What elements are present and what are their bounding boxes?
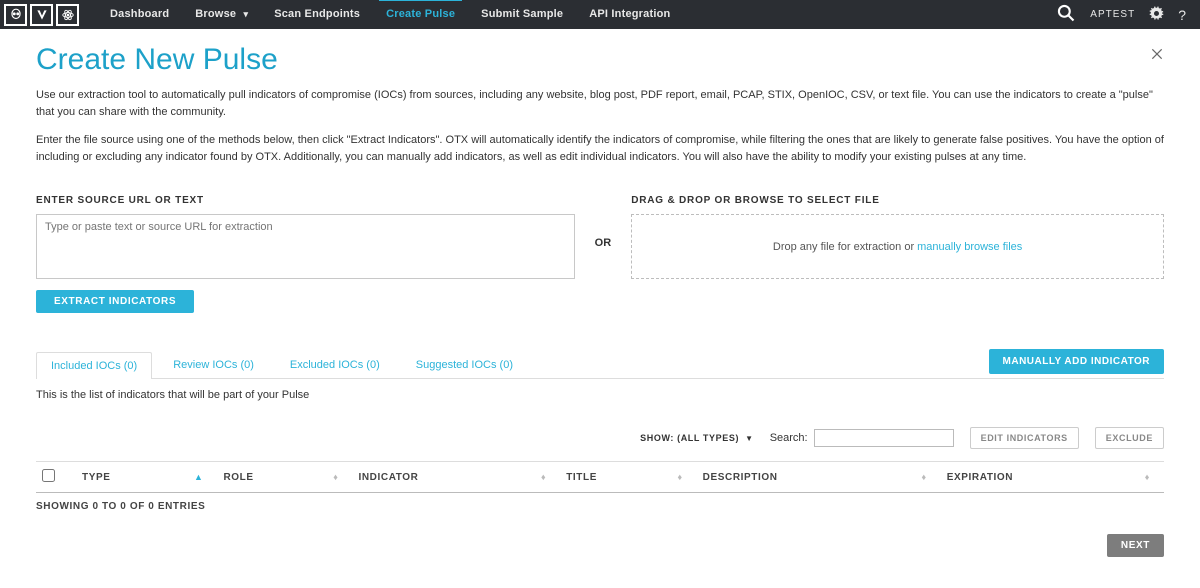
show-types-label: SHOW: (ALL TYPES) (640, 433, 739, 443)
source-label: ENTER SOURCE URL OR TEXT (36, 195, 575, 206)
col-indicator[interactable]: INDICATOR♦ (352, 462, 560, 493)
tab-suggested-iocs[interactable]: Suggested IOCs (0) (401, 351, 528, 378)
or-divider: OR (575, 195, 632, 249)
nav-browse-label: Browse (195, 8, 236, 20)
browse-files-link[interactable]: manually browse files (917, 241, 1022, 253)
col-description[interactable]: DESCRIPTION♦ (697, 462, 941, 493)
help-icon[interactable]: ? (1178, 7, 1186, 23)
ioc-tab-row: Included IOCs (0) Review IOCs (0) Exclud… (36, 349, 1164, 379)
tab-excluded-iocs[interactable]: Excluded IOCs (0) (275, 351, 395, 378)
user-menu[interactable]: APTEST (1090, 9, 1135, 20)
nav-items: Dashboard Browse ▾ Scan Endpoints Create… (97, 0, 683, 29)
drop-zone[interactable]: Drop any file for extraction or manually… (631, 214, 1164, 279)
exclude-button[interactable]: EXCLUDE (1095, 427, 1164, 449)
manually-add-indicator-button[interactable]: MANUALLY ADD INDICATOR (989, 349, 1164, 374)
showing-entries: SHOWING 0 TO 0 OF 0 ENTRIES (36, 501, 1164, 512)
logo[interactable] (4, 4, 79, 26)
sort-icon: ♦ (333, 472, 338, 482)
source-textarea[interactable] (36, 214, 575, 279)
logo-alien-icon (4, 4, 27, 26)
list-description: This is the list of indicators that will… (36, 389, 1164, 401)
tab-review-iocs[interactable]: Review IOCs (0) (158, 351, 269, 378)
intro-paragraph-1: Use our extraction tool to automatically… (36, 87, 1164, 120)
search-input[interactable] (814, 429, 954, 447)
nav-api-integration[interactable]: API Integration (576, 0, 683, 29)
source-column: ENTER SOURCE URL OR TEXT EXTRACT INDICAT… (36, 195, 575, 313)
next-button[interactable]: NEXT (1107, 534, 1164, 557)
tab-included-iocs[interactable]: Included IOCs (0) (36, 352, 152, 379)
sort-icon: ▲ (194, 472, 204, 482)
edit-indicators-button[interactable]: EDIT INDICATORS (970, 427, 1079, 449)
nav-scan-endpoints[interactable]: Scan Endpoints (261, 0, 373, 29)
nav-right: APTEST ? (1056, 3, 1200, 26)
chevron-down-icon: ▾ (243, 0, 248, 29)
extract-indicators-button[interactable]: EXTRACT INDICATORS (36, 290, 194, 313)
search-icon[interactable] (1056, 3, 1076, 26)
col-type[interactable]: TYPE▲ (76, 462, 217, 493)
table-controls: SHOW: (ALL TYPES) ▼ Search: EDIT INDICAT… (36, 427, 1164, 449)
nav-dashboard[interactable]: Dashboard (97, 0, 182, 29)
sort-icon: ♦ (922, 472, 927, 482)
select-all-checkbox[interactable] (42, 469, 55, 482)
intro-paragraph-2: Enter the file source using one of the m… (36, 132, 1164, 165)
logo-v-icon (30, 4, 53, 26)
sort-icon: ♦ (1145, 472, 1150, 482)
nav-browse[interactable]: Browse ▾ (182, 0, 261, 29)
caret-down-icon: ▼ (745, 434, 754, 443)
top-nav: Dashboard Browse ▾ Scan Endpoints Create… (0, 0, 1200, 29)
sort-icon: ♦ (677, 472, 682, 482)
nav-create-pulse[interactable]: Create Pulse (373, 0, 468, 29)
sort-icon: ♦ (541, 472, 546, 482)
logo-atom-icon (56, 4, 79, 26)
close-icon[interactable] (1150, 47, 1164, 64)
main-content: Create New Pulse Use our extraction tool… (0, 29, 1200, 577)
drop-label: DRAG & DROP OR BROWSE TO SELECT FILE (631, 195, 1164, 206)
drop-column: DRAG & DROP OR BROWSE TO SELECT FILE Dro… (631, 195, 1164, 279)
search-label: Search: (770, 432, 808, 444)
col-role[interactable]: ROLE♦ (217, 462, 352, 493)
ioc-table: TYPE▲ ROLE♦ INDICATOR♦ TITLE♦ DESCRIPTIO… (36, 461, 1164, 493)
nav-submit-sample[interactable]: Submit Sample (468, 0, 576, 29)
col-title[interactable]: TITLE♦ (560, 462, 696, 493)
col-expiration[interactable]: EXPIRATION♦ (941, 462, 1164, 493)
gear-icon[interactable] (1149, 6, 1164, 24)
show-types-dropdown[interactable]: SHOW: (ALL TYPES) ▼ (640, 433, 754, 443)
page-title: Create New Pulse (36, 43, 1164, 77)
drop-text: Drop any file for extraction or (773, 241, 914, 253)
